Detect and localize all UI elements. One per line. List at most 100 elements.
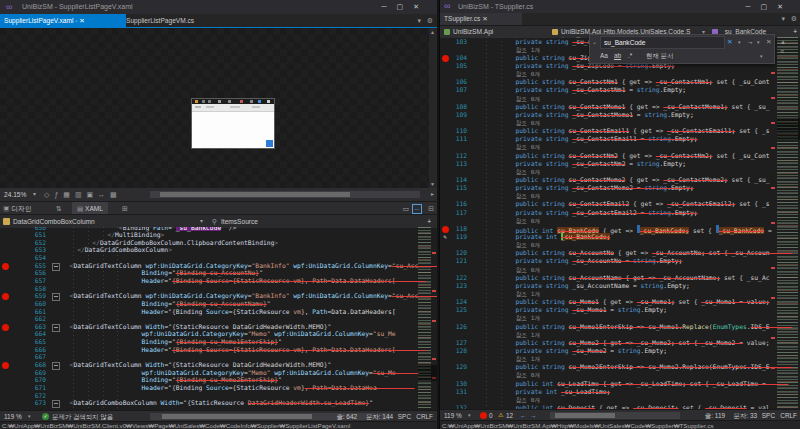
line-number[interactable]: 661	[10, 308, 50, 316]
breakpoint-gutter[interactable]	[440, 95, 450, 103]
breakpoint-gutter[interactable]	[440, 274, 450, 282]
line-number[interactable]: 111	[450, 135, 470, 143]
line-number[interactable]: 667	[10, 353, 50, 361]
xaml-editor[interactable]: 650<Binding Path="_su_BankCode" />651</M…	[0, 227, 437, 410]
zoom-dropdown-icon[interactable]: ▾	[33, 188, 36, 201]
breakpoint-dot[interactable]	[0, 361, 10, 369]
tab-supplierlistpagev-xaml[interactable]: SupplierListPageV.xaml ◦ ✕	[0, 14, 126, 27]
line-number[interactable]: 123	[450, 282, 470, 290]
breakpoint-gutter[interactable]	[440, 217, 450, 225]
breakpoint-gutter[interactable]	[440, 396, 450, 404]
find-next-icon[interactable]: →	[747, 35, 754, 49]
close-button[interactable]: ✕	[413, 3, 429, 10]
csharp-editor[interactable]: 102public string su_Addr2 { get103privat…	[440, 37, 800, 409]
find-input[interactable]: su_BankCode	[600, 36, 725, 49]
line-number[interactable]	[450, 331, 470, 339]
breakpoint-gutter[interactable]	[0, 285, 10, 293]
breakpoint-gutter[interactable]	[440, 323, 450, 331]
breakpoint-gutter[interactable]	[440, 103, 450, 111]
breakpoint-gutter[interactable]	[440, 86, 450, 94]
line-number[interactable]: 114	[450, 176, 470, 184]
line-number[interactable]: 115	[450, 184, 470, 192]
breakpoint-gutter[interactable]	[440, 62, 450, 70]
line-number[interactable]: 109	[450, 111, 470, 119]
match-case-toggle[interactable]: Aa	[600, 49, 608, 63]
pin-icon[interactable]: ◦	[75, 18, 77, 24]
line-number[interactable]: 127	[450, 339, 470, 347]
breakpoint-gutter[interactable]	[0, 277, 10, 285]
line-number[interactable]: 670	[10, 376, 50, 384]
line-number[interactable]: 671	[10, 384, 50, 392]
designer-toolbar-icons[interactable]: ◇ƒ▦▥▣↔▩	[44, 188, 122, 201]
line-number[interactable]	[450, 266, 470, 274]
breakpoint-gutter[interactable]	[440, 176, 450, 184]
line-number[interactable]	[450, 95, 470, 103]
line-number[interactable]: 121	[450, 257, 470, 265]
scroll-up-icon[interactable]: ▲	[430, 29, 435, 35]
line-number[interactable]: 103	[450, 38, 470, 46]
line-number[interactable]: 130	[450, 380, 470, 388]
line-number[interactable]: 672	[10, 392, 50, 400]
breakpoint-gutter[interactable]	[0, 300, 10, 308]
breakpoint-gutter[interactable]	[440, 298, 450, 306]
line-number[interactable]: 126	[450, 323, 470, 331]
breakpoint-gutter[interactable]	[440, 200, 450, 208]
line-number[interactable]	[450, 168, 470, 176]
edit-pencil-icon[interactable]: ✎	[440, 233, 450, 241]
line-number[interactable]: 659	[10, 292, 50, 300]
tab-list-dropdown-icon[interactable]: ▾	[781, 13, 785, 25]
line-number[interactable]: 120	[450, 249, 470, 257]
breakpoint-gutter[interactable]	[440, 46, 450, 54]
line-number[interactable]: 113	[450, 160, 470, 168]
line-number[interactable]	[450, 119, 470, 127]
breakpoint-gutter[interactable]	[0, 346, 10, 354]
tab-list-dropdown-icon[interactable]: ▾	[417, 14, 421, 27]
line-number[interactable]	[450, 290, 470, 298]
line-number[interactable]: 112	[450, 152, 470, 160]
fold-toggle[interactable]	[50, 292, 62, 300]
line-number[interactable]	[450, 217, 470, 225]
breakpoint-gutter[interactable]	[0, 392, 10, 400]
fold-toggle[interactable]	[50, 262, 62, 270]
line-number[interactable]: 651	[10, 231, 50, 239]
line-number[interactable]	[450, 241, 470, 249]
close-button[interactable]: ✕	[777, 3, 793, 10]
breakpoint-gutter[interactable]	[440, 160, 450, 168]
breakpoint-gutter[interactable]	[0, 384, 10, 392]
match-word-toggle[interactable]: ab	[614, 49, 621, 63]
breakpoint-gutter[interactable]	[440, 314, 450, 322]
breakpoint-gutter[interactable]	[440, 371, 450, 379]
line-number[interactable]: 673	[10, 399, 50, 407]
designer-vscrollbar[interactable]: ▲ ▼	[429, 28, 437, 188]
line-number[interactable]: 665	[10, 338, 50, 346]
line-number[interactable]: 122	[450, 274, 470, 282]
line-number[interactable]: 657	[10, 277, 50, 285]
line-number[interactable]: 116	[450, 200, 470, 208]
breakpoint-gutter[interactable]	[440, 290, 450, 298]
breakpoint-gutter[interactable]	[440, 257, 450, 265]
breakpoint-gutter[interactable]	[440, 249, 450, 257]
breakpoint-gutter[interactable]	[440, 78, 450, 86]
designer-window-preview[interactable]	[191, 98, 275, 149]
line-number[interactable]: 104	[450, 54, 470, 62]
clear-search-icon[interactable]: ✕	[727, 35, 733, 49]
breakpoint-gutter[interactable]	[440, 209, 450, 217]
minimize-button[interactable]: ─	[382, 3, 397, 10]
breakpoint-gutter[interactable]	[440, 70, 450, 78]
fold-toggle[interactable]	[50, 361, 62, 369]
line-number[interactable]: 117	[450, 209, 470, 217]
line-number[interactable]: 656	[10, 269, 50, 277]
breakpoint-gutter[interactable]	[0, 369, 10, 377]
breakpoint-gutter[interactable]	[440, 111, 450, 119]
breakpoint-gutter[interactable]	[0, 254, 10, 262]
line-number[interactable]: 128	[450, 347, 470, 355]
breakpoint-gutter[interactable]	[440, 143, 450, 151]
editor-hscrollbar[interactable]	[550, 412, 680, 419]
breakpoint-gutter[interactable]	[440, 380, 450, 388]
line-number[interactable]: 652	[10, 239, 50, 247]
breakpoint-gutter[interactable]	[440, 363, 450, 371]
line-number[interactable]	[450, 143, 470, 151]
tab-options-gear-icon[interactable]: ⚙	[427, 14, 433, 27]
breakpoint-dot[interactable]	[0, 292, 10, 300]
line-number[interactable]: 668	[10, 361, 50, 369]
